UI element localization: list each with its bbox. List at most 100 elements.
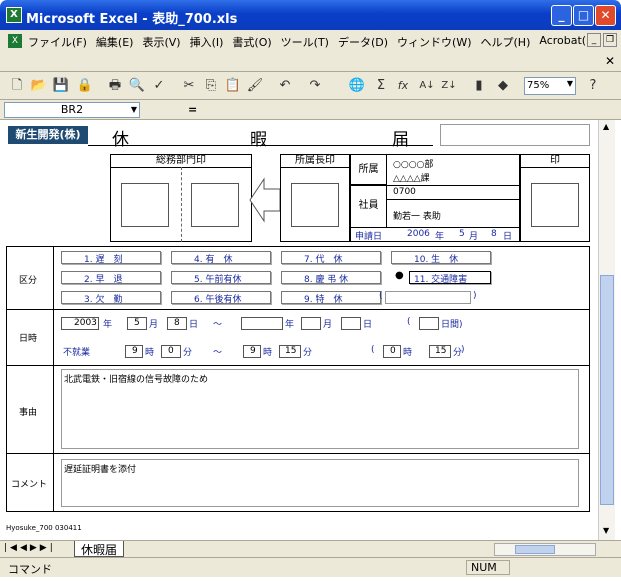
scroll-down-icon[interactable]: ▼	[603, 526, 609, 535]
special-leave-input[interactable]	[385, 291, 471, 304]
days-unit: 日間)	[441, 320, 463, 330]
category-option-1[interactable]: 1. 遅 刻	[61, 251, 161, 265]
to-hour-input[interactable]: 9	[243, 345, 261, 358]
stamp-seal-header: 印	[520, 154, 590, 168]
category-option-4[interactable]: 4. 有 休	[171, 251, 271, 265]
scroll-up-icon[interactable]: ▲	[603, 122, 609, 131]
request-year[interactable]: 2006	[407, 229, 430, 239]
dept-value-1: ○○○○部	[393, 160, 434, 170]
menu-edit[interactable]: 編集(E)	[96, 34, 134, 50]
category-option-3[interactable]: 3. 欠 勤	[61, 291, 161, 305]
print-icon[interactable]: 🖶	[106, 77, 124, 95]
print-preview-icon[interactable]: 🔍	[128, 77, 146, 95]
datetime-label: 日時	[19, 334, 38, 344]
horizontal-scroll-thumb[interactable]	[515, 545, 555, 554]
tab-nav-icon[interactable]: |◀◀▶▶|	[4, 543, 56, 553]
maximize-button[interactable]: □	[573, 5, 594, 26]
to-hour-value: 9	[250, 346, 256, 356]
end-month-input[interactable]	[301, 317, 321, 330]
category-option-6[interactable]: 6. 午後有休	[171, 291, 271, 305]
function-icon[interactable]: fx	[394, 77, 412, 95]
permission-icon[interactable]: 🔒	[76, 77, 94, 95]
comment-textarea[interactable]: 遅延証明書を添付	[61, 459, 579, 507]
date-day-input[interactable]: 8	[167, 317, 187, 330]
doc-restore-button[interactable]: ❐	[603, 33, 617, 47]
help-icon[interactable]: ?	[584, 77, 602, 95]
close-button[interactable]: ✕	[595, 5, 616, 26]
reason-textarea[interactable]: 北武電鉄・旧宿線の信号故障のため	[61, 369, 579, 449]
request-month[interactable]: 5	[459, 229, 465, 239]
drawing-icon[interactable]: ◆	[494, 77, 512, 95]
dur-min-input[interactable]: 15	[429, 345, 451, 358]
worksheet-area[interactable]: 新生開発(株) 休 暇 届 総務部門印 所属長印 所属 ○○○○部 △△△△課 …	[0, 120, 598, 540]
minimize-button[interactable]: _	[551, 5, 572, 26]
category-option-11[interactable]: 11. 交通障害	[409, 271, 491, 285]
redo-icon[interactable]: ↷	[306, 77, 324, 95]
paste-icon[interactable]: 📋	[224, 77, 242, 95]
sort-descending-icon[interactable]: Z↓	[440, 77, 458, 95]
chevron-down-icon: ▼	[566, 79, 573, 88]
undo-icon[interactable]: ↶	[276, 77, 294, 95]
days-count-input[interactable]	[419, 317, 439, 330]
date-year-input[interactable]: 2003	[61, 317, 99, 330]
to-min-input[interactable]: 15	[279, 345, 301, 358]
category-label: 区分	[19, 276, 38, 286]
name-box-value: BR2	[60, 103, 84, 116]
save-icon[interactable]: 💾	[52, 77, 70, 95]
vertical-scrollbar[interactable]: ▲ ▼	[598, 120, 615, 540]
menu-tools[interactable]: ツール(T)	[281, 34, 329, 50]
from-min-input[interactable]: 0	[161, 345, 181, 358]
category-option-7[interactable]: 7. 代 休	[281, 251, 381, 265]
vertical-scroll-thumb[interactable]	[600, 275, 614, 505]
cut-icon[interactable]: ✂	[180, 77, 198, 95]
chart-wizard-icon[interactable]: ▮	[470, 77, 488, 95]
formula-equals[interactable]: =	[188, 103, 197, 116]
name-box[interactable]: BR2 ▼	[4, 102, 140, 118]
reason-label: 事由	[19, 408, 38, 418]
hyperlink-icon[interactable]: 🌐	[348, 77, 366, 95]
copy-icon[interactable]: ⎘	[202, 77, 220, 95]
dur-hour-input[interactable]: 0	[383, 345, 401, 358]
request-day[interactable]: 8	[491, 229, 497, 239]
dur-open: (	[371, 345, 375, 355]
spelling-icon[interactable]: ✓	[150, 77, 168, 95]
doc-minimize-button[interactable]: _	[587, 33, 601, 47]
menu-data[interactable]: データ(D)	[338, 34, 388, 50]
menu-help[interactable]: ヘルプ(H)	[481, 34, 531, 50]
stamp-cell-2[interactable]	[191, 183, 239, 227]
horizontal-scrollbar[interactable]	[494, 543, 596, 556]
category-option-8[interactable]: 8. 慶 弔 休	[281, 271, 381, 285]
new-icon[interactable]: 🗋	[8, 77, 26, 95]
category-option-2[interactable]: 2. 早 退	[61, 271, 161, 285]
end-year-input[interactable]	[241, 317, 283, 330]
zoom-select[interactable]: 75% ▼	[524, 77, 576, 95]
doc-close-icon[interactable]: ✕	[605, 54, 615, 68]
stamp-cell-1[interactable]	[121, 183, 169, 227]
category-option-9[interactable]: 9. 特 休	[281, 291, 381, 305]
stamp-cell-4[interactable]	[531, 183, 579, 227]
hour-unit: 時	[145, 348, 155, 358]
sort-ascending-icon[interactable]: A↓	[418, 77, 436, 95]
workbook-icon[interactable]: X	[8, 34, 22, 48]
menu-format[interactable]: 書式(O)	[232, 34, 271, 50]
menu-file[interactable]: ファイル(F)	[28, 34, 87, 50]
from-hour-input[interactable]: 9	[125, 345, 143, 358]
employee-no: 0700	[393, 187, 416, 197]
end-day-input[interactable]	[341, 317, 361, 330]
format-painter-icon[interactable]: 🖌	[246, 77, 264, 95]
title-char-1: 休	[112, 130, 129, 150]
num-indicator: NUM	[466, 560, 510, 575]
title-memo-field[interactable]	[440, 124, 590, 146]
date-month-input[interactable]: 5	[127, 317, 147, 330]
excel-app-icon[interactable]: X	[6, 7, 22, 23]
menu-window[interactable]: ウィンドウ(W)	[397, 34, 471, 50]
menu-view[interactable]: 表示(V)	[142, 34, 180, 50]
stamp-cell-3[interactable]	[291, 183, 339, 227]
tab-sheet[interactable]: 休暇届	[74, 541, 125, 557]
category-option-5[interactable]: 5. 午前有休	[171, 271, 271, 285]
autosum-icon[interactable]: Σ	[372, 77, 390, 95]
days-open: (	[407, 317, 411, 327]
category-option-10[interactable]: 10. 生 休	[391, 251, 491, 265]
menu-insert[interactable]: 挿入(I)	[190, 34, 224, 50]
open-icon[interactable]: 📂	[30, 77, 48, 95]
